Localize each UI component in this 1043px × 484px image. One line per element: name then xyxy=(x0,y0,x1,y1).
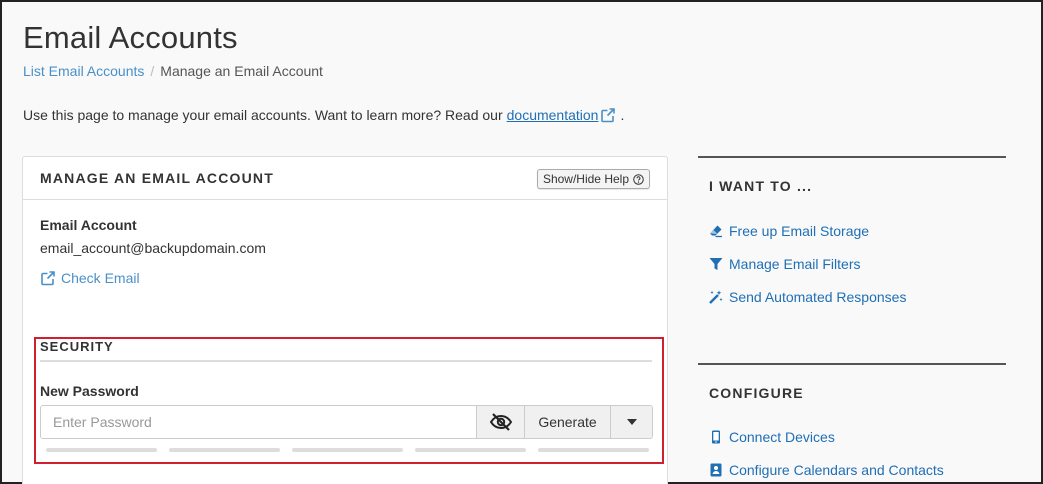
address-card-icon xyxy=(710,463,722,476)
breadcrumb-current: Manage an Email Account xyxy=(160,63,323,79)
eraser-icon xyxy=(710,225,722,237)
strength-segment xyxy=(415,448,526,452)
external-link-icon[interactable] xyxy=(600,107,616,123)
breadcrumb: List Email Accounts / Manage an Email Ac… xyxy=(23,63,323,79)
panel-header: MANAGE AN EMAIL ACCOUNT Show/Hide Help xyxy=(23,157,667,200)
check-email-label: Check Email xyxy=(61,270,140,286)
sidebar-configure: CONFIGURE Connect Devices Configure Cale… xyxy=(698,363,1006,484)
sidebar-item-free-up-storage[interactable]: Free up Email Storage xyxy=(709,214,1006,247)
sidebar-item-label: Connect Devices xyxy=(729,428,835,445)
breadcrumb-list-email-accounts[interactable]: List Email Accounts xyxy=(23,63,144,79)
security-divider xyxy=(40,360,652,362)
password-input-group: Generate xyxy=(40,405,653,439)
sidebar-item-label: Manage Email Filters xyxy=(729,255,861,272)
intro-text: Use this page to manage your email accou… xyxy=(23,107,624,123)
check-email-link[interactable]: Check Email xyxy=(40,270,140,286)
page-title: Email Accounts xyxy=(23,20,238,55)
sidebar-item-automated-responses[interactable]: Send Automated Responses xyxy=(709,280,1006,313)
generate-options-dropdown[interactable] xyxy=(610,406,652,438)
sidebar-divider xyxy=(698,363,1006,365)
password-strength-meter xyxy=(46,448,649,452)
sidebar-item-label: Configure Calendars and Contacts xyxy=(729,461,944,478)
strength-segment xyxy=(46,448,157,452)
intro-sentence: Use this page to manage your email accou… xyxy=(23,107,503,123)
sidebar-list: Connect Devices Configure Calendars and … xyxy=(709,420,1006,484)
breadcrumb-separator: / xyxy=(150,63,155,79)
question-circle-icon xyxy=(633,173,644,185)
caret-down-icon xyxy=(626,419,637,425)
intro-period: . xyxy=(620,107,625,123)
magic-wand-icon xyxy=(709,290,723,304)
eye-slash-icon xyxy=(489,413,512,431)
sidebar-i-want-to: I WANT TO ... Free up Email Storage Mana… xyxy=(698,156,1006,313)
manage-account-panel: MANAGE AN EMAIL ACCOUNT Show/Hide Help E… xyxy=(22,156,668,484)
email-account-value: email_account@backupdomain.com xyxy=(40,240,266,256)
strength-segment xyxy=(169,448,280,452)
help-button-label: Show/Hide Help xyxy=(542,172,629,186)
sidebar-divider xyxy=(698,156,1006,158)
show-hide-help-button[interactable]: Show/Hide Help xyxy=(536,169,650,189)
sidebar-item-label: Free up Email Storage xyxy=(729,222,870,239)
strength-segment xyxy=(538,448,649,452)
external-link-icon xyxy=(41,271,55,286)
panel-title: MANAGE AN EMAIL ACCOUNT xyxy=(40,170,274,186)
filter-icon xyxy=(709,257,723,270)
strength-segment xyxy=(292,448,403,452)
sidebar-list: Free up Email Storage Manage Email Filte… xyxy=(709,214,1006,313)
toggle-password-visibility-button[interactable] xyxy=(476,406,524,438)
sidebar-item-connect-devices[interactable]: Connect Devices xyxy=(709,420,1006,453)
sidebar-section-title: CONFIGURE xyxy=(709,385,804,401)
sidebar-section-title: I WANT TO ... xyxy=(709,178,813,194)
new-password-label: New Password xyxy=(40,383,139,399)
documentation-link[interactable]: documentation xyxy=(507,107,599,123)
mobile-icon xyxy=(712,430,720,443)
email-account-label: Email Account xyxy=(40,217,137,233)
generate-password-button[interactable]: Generate xyxy=(524,406,610,438)
new-password-input[interactable] xyxy=(41,406,476,438)
sidebar-item-calendars-contacts[interactable]: Configure Calendars and Contacts xyxy=(709,453,1006,484)
security-section-title: SECURITY xyxy=(40,339,114,354)
sidebar-item-manage-filters[interactable]: Manage Email Filters xyxy=(709,247,1006,280)
sidebar-item-label: Send Automated Responses xyxy=(729,288,907,305)
